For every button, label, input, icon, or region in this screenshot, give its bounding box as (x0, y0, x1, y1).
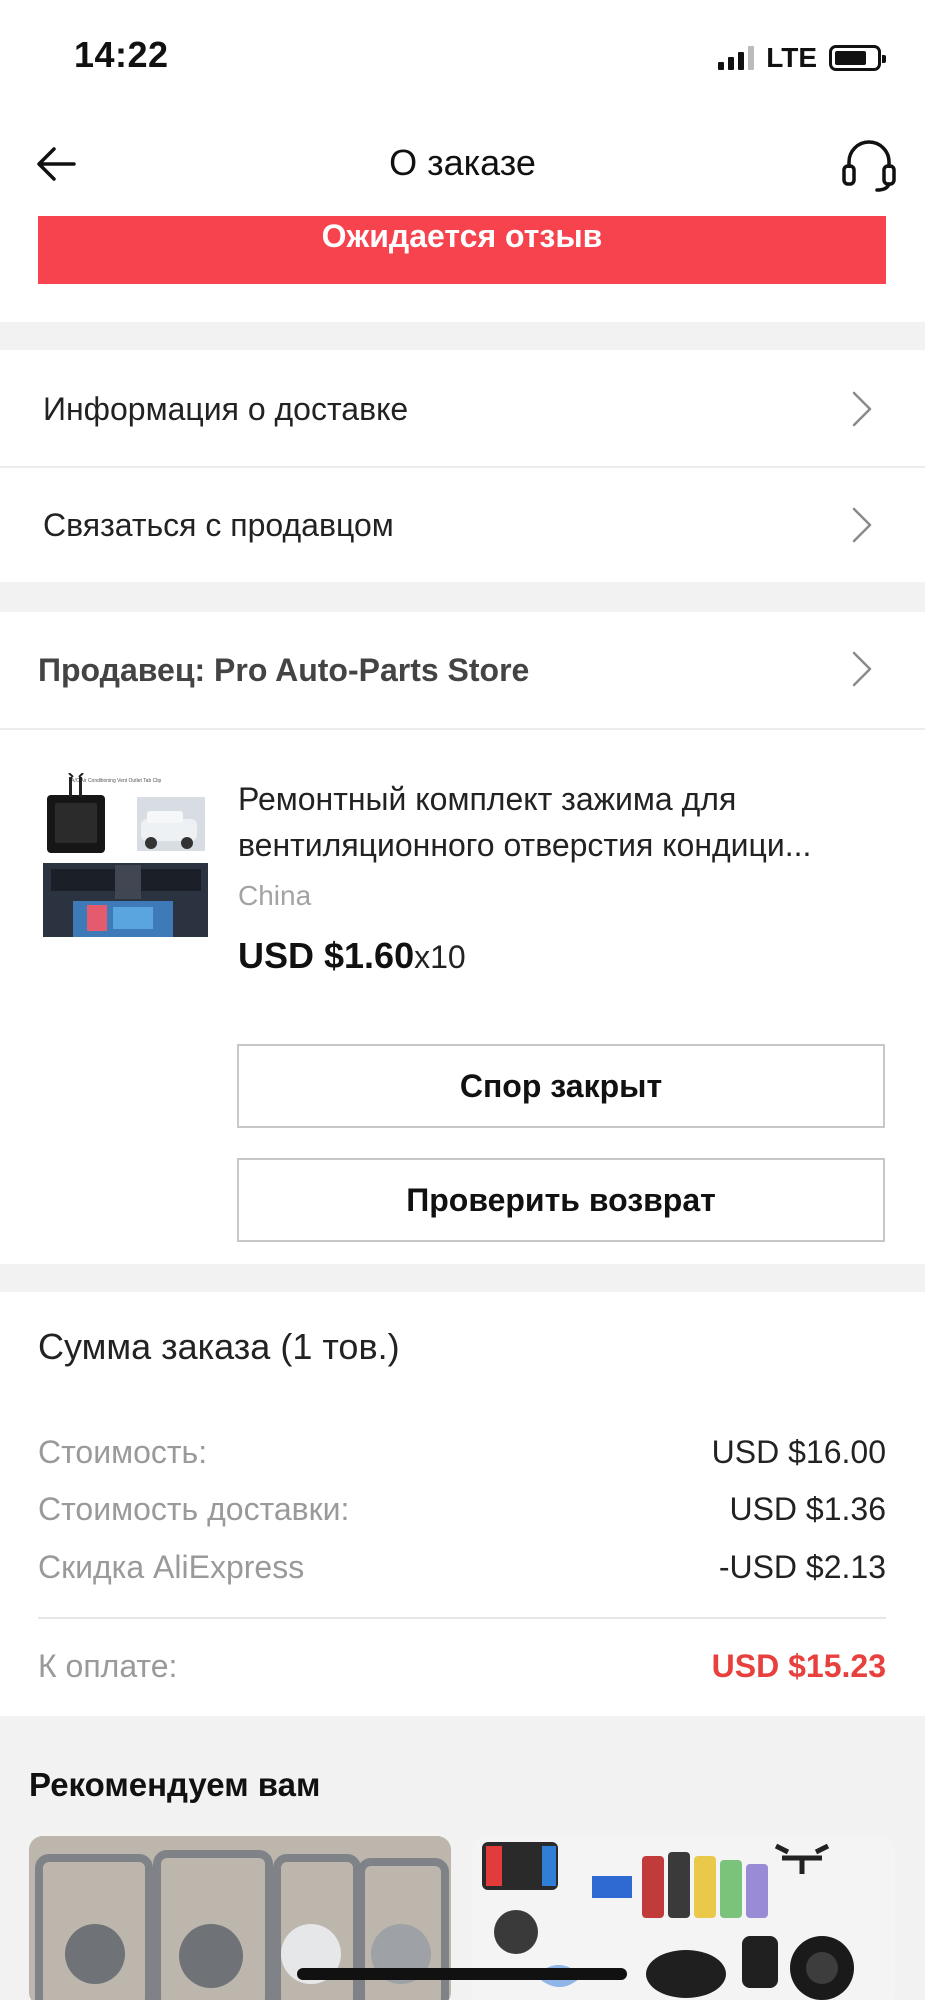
order-status-banner: Ожидается отзыв (38, 216, 886, 284)
cost-label: Стоимость: (38, 1434, 208, 1470)
support-button[interactable] (839, 134, 899, 194)
order-details-screen: 14:22 LTE О заказе Ожидается отзыв Инфор… (0, 0, 925, 2000)
row-divider (0, 728, 925, 730)
headset-icon (842, 140, 896, 192)
status-indicators: LTE (718, 42, 886, 74)
product-image-caption: A/C Air Conditioning Vent Outlet Tab Cli… (71, 778, 161, 784)
summary-cost-row: Стоимость: USD $16.00 (38, 1434, 886, 1471)
dispute-closed-button[interactable]: Спор закрыт (237, 1044, 885, 1128)
home-indicator[interactable] (297, 1968, 627, 1980)
order-summary-title: Сумма заказа (1 тов.) (38, 1326, 400, 1367)
seller-row[interactable]: Продавец: Pro Auto-Parts Store (0, 612, 925, 728)
battery-icon (829, 45, 886, 71)
chevron-right-icon (852, 651, 872, 687)
discount-label: Скидка AliExpress (38, 1549, 305, 1585)
product-image-art: A/C Air Conditioning Vent Outlet Tab Cli… (43, 773, 208, 937)
summary-shipping-row: Стоимость доставки: USD $1.36 (38, 1491, 886, 1528)
seller-name: Продавец: Pro Auto-Parts Store (38, 651, 530, 688)
total-label: К оплате: (38, 1648, 178, 1684)
contact-seller-label: Связаться с продавцом (43, 506, 394, 543)
contact-seller-row[interactable]: Связаться с продавцом (0, 468, 925, 582)
product-price: USD $1.60x10 (238, 935, 466, 977)
product-price-value: USD $1.60 (238, 935, 415, 976)
shipping-value: USD $1.36 (729, 1491, 886, 1527)
chevron-right-icon (852, 507, 872, 543)
product-title[interactable]: Ремонтный комплект зажима для вентиляцио… (238, 776, 883, 868)
status-time: 14:22 (74, 34, 169, 75)
signal-icon (718, 46, 755, 70)
delivery-info-row[interactable]: Информация о доставке (0, 352, 925, 466)
network-type: LTE (766, 42, 817, 73)
recommendations-title: Рекомендуем вам (29, 1766, 321, 1803)
section-divider (0, 322, 925, 350)
product-quantity: x10 (414, 939, 466, 975)
total-value: USD $15.23 (711, 1648, 886, 1684)
summary-total-row: К оплате: USD $15.23 (38, 1648, 886, 1685)
delivery-info-label: Информация о доставке (43, 390, 409, 427)
summary-discount-row: Скидка AliExpress -USD $2.13 (38, 1549, 886, 1586)
page-header: О заказе (0, 110, 925, 220)
page-title: О заказе (389, 142, 536, 183)
check-return-button[interactable]: Проверить возврат (237, 1158, 885, 1242)
section-divider (0, 1264, 925, 1292)
chevron-right-icon (852, 391, 872, 427)
cost-value: USD $16.00 (711, 1434, 886, 1470)
product-image[interactable]: A/C Air Conditioning Vent Outlet Tab Cli… (43, 773, 208, 937)
shipping-label: Стоимость доставки: (38, 1491, 350, 1527)
product-origin: China (238, 880, 312, 911)
section-divider (0, 582, 925, 612)
status-bar: 14:22 LTE (0, 0, 925, 110)
summary-divider (38, 1617, 886, 1619)
discount-value: -USD $2.13 (718, 1549, 886, 1585)
